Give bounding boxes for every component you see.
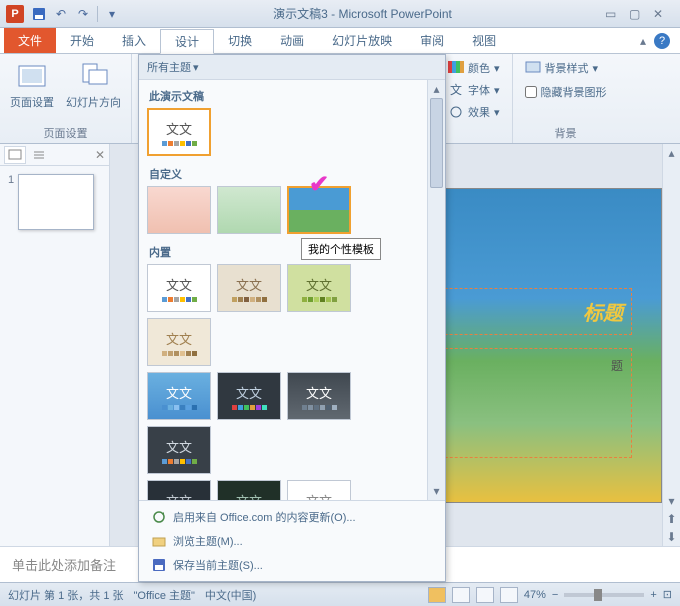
page-setup-button[interactable]: 页面设置 [8,58,56,112]
scroll-up-button[interactable]: ▴ [663,144,680,162]
zoom-in-button[interactable]: + [650,589,656,601]
checkmark-icon: ✔ [309,170,329,199]
slide-orientation-button[interactable]: 幻灯片方向 [64,58,123,112]
zoom-slider[interactable] [564,593,644,597]
tab-design[interactable]: 设计 [160,29,214,54]
scroll-down-button[interactable]: ▾ [428,482,445,500]
scroll-down-button[interactable]: ▾ [663,492,680,510]
theme-tooltip: 我的个性模板 [301,238,381,260]
language-indicator[interactable]: 中文(中国) [205,587,256,603]
theme-thumb-builtin[interactable]: 文文 [287,372,351,420]
qat-more-button[interactable]: ▾ [102,4,122,24]
prev-slide-button[interactable]: ⬆ [663,510,680,528]
ribbon-minimize-icon[interactable]: ▴ [640,34,646,48]
theme-thumb-builtin[interactable]: 文文 [217,480,281,500]
slide-panel: ✕ 1 [0,144,110,546]
redo-button[interactable]: ↷ [73,4,93,24]
thumbnails-tab[interactable] [4,146,26,164]
fonts-icon: 文 [448,83,464,97]
theme-thumb-builtin[interactable]: 文文 [147,372,211,420]
folder-icon [151,533,167,549]
save-icon [151,557,167,573]
maximize-button[interactable]: ▢ [629,7,647,21]
title-bar: P ↶ ↷ ▾ 演示文稿3 - Microsoft PowerPoint ▭ ▢… [0,0,680,28]
undo-button[interactable]: ↶ [51,4,71,24]
theme-thumb-builtin[interactable]: 文文 [147,264,211,312]
refresh-icon [151,509,167,525]
colors-button[interactable]: 颜色 ▾ [444,58,504,78]
tab-file[interactable]: 文件 [4,28,56,53]
gallery-header[interactable]: 所有主题▾ [139,55,445,80]
tab-review[interactable]: 审阅 [406,28,458,53]
slide-number: 1 [8,174,14,230]
zoom-thumb[interactable] [594,589,602,601]
qat-separator [97,6,98,22]
scroll-up-button[interactable]: ▴ [428,80,445,98]
group-background: 背景样式 ▾ 隐藏背景图形 背景 [513,54,619,143]
scroll-thumb[interactable] [430,98,443,188]
slide-mini-preview [18,174,94,230]
theme-thumb-builtin[interactable]: 文文 [287,480,351,500]
theme-thumb-current[interactable]: 文文 [147,108,211,156]
next-slide-button[interactable]: ⬇ [663,528,680,546]
tab-view[interactable]: 视图 [458,28,510,53]
section-custom: 自定义 [147,162,419,186]
tab-transitions[interactable]: 切换 [214,28,266,53]
theme-name: "Office 主题" [134,587,195,603]
section-this-presentation: 此演示文稿 [147,84,419,108]
theme-thumb-custom-3[interactable]: ✔ 我的个性模板 [287,186,351,234]
slideshow-view-button[interactable] [500,587,518,603]
zoom-value[interactable]: 47% [524,589,546,601]
outline-tab[interactable] [28,146,50,164]
theme-thumb-builtin[interactable]: 文文 [287,264,351,312]
save-button[interactable] [29,4,49,24]
panel-close-button[interactable]: ✕ [95,148,105,162]
background-styles-button[interactable]: 背景样式 ▾ [521,58,603,78]
svg-text:文: 文 [450,83,462,97]
theme-thumb-custom-1[interactable] [147,186,211,234]
group-variants: 颜色 ▾ 文字体 ▾ 效果 ▾ [440,54,513,143]
normal-view-button[interactable] [428,587,446,603]
browse-themes-button[interactable]: 浏览主题(M)... [143,529,441,553]
hide-bg-graphics-checkbox[interactable]: 隐藏背景图形 [521,82,611,102]
tab-insert[interactable]: 插入 [108,28,160,53]
theme-thumb-builtin[interactable]: 文文 [147,480,211,500]
tab-slideshow[interactable]: 幻灯片放映 [318,28,406,53]
help-icon[interactable]: ? [654,33,670,49]
slide-counter: 幻灯片 第 1 张，共 1 张 [8,587,124,603]
editor-scrollbar[interactable]: ▴ ▾ ⬆ ⬇ [662,144,680,546]
theme-thumb-builtin[interactable]: 文文 [217,264,281,312]
app-icon: P [6,5,24,23]
minimize-button[interactable]: ▭ [605,7,623,21]
theme-thumb-builtin[interactable]: 文文 [147,426,211,474]
theme-thumb-builtin[interactable]: 文文 [147,318,211,366]
fonts-button[interactable]: 文字体 ▾ [444,80,504,100]
enable-office-content-button[interactable]: 启用来自 Office.com 的内容更新(O)... [143,505,441,529]
gallery-scrollbar[interactable]: ▴ ▾ [427,80,445,500]
tab-animations[interactable]: 动画 [266,28,318,53]
slide-thumbnail-1[interactable]: 1 [0,166,109,238]
ribbon-tabs: 文件 开始 插入 设计 切换 动画 幻灯片放映 审阅 视图 ▴ ? [0,28,680,54]
reading-view-button[interactable] [476,587,494,603]
fit-window-button[interactable]: ⊡ [663,588,672,601]
color-swatches [162,141,197,146]
tab-home[interactable]: 开始 [56,28,108,53]
theme-thumb-custom-2[interactable] [217,186,281,234]
effects-icon [448,105,464,119]
sorter-view-button[interactable] [452,587,470,603]
save-theme-button[interactable]: 保存当前主题(S)... [143,553,441,577]
theme-gallery-dropdown: 所有主题▾ 此演示文稿 文文 自定义 ✔ 我的 [138,54,446,582]
ribbon: 页面设置 幻灯片方向 页面设置 所有主题▾ 此演示文稿 文文 自定义 [0,54,680,144]
effects-button[interactable]: 效果 ▾ [444,102,504,122]
group-page-setup: 页面设置 幻灯片方向 页面设置 [0,54,132,143]
status-bar: 幻灯片 第 1 张，共 1 张 "Office 主题" 中文(中国) 47% −… [0,582,680,606]
window-title: 演示文稿3 - Microsoft PowerPoint [123,5,602,22]
chevron-down-icon: ▾ [193,61,199,74]
bg-styles-icon [525,61,541,75]
theme-thumb-builtin[interactable]: 文文 [217,372,281,420]
close-button[interactable]: ✕ [653,7,671,21]
zoom-out-button[interactable]: − [552,589,558,601]
colors-icon [448,61,464,75]
